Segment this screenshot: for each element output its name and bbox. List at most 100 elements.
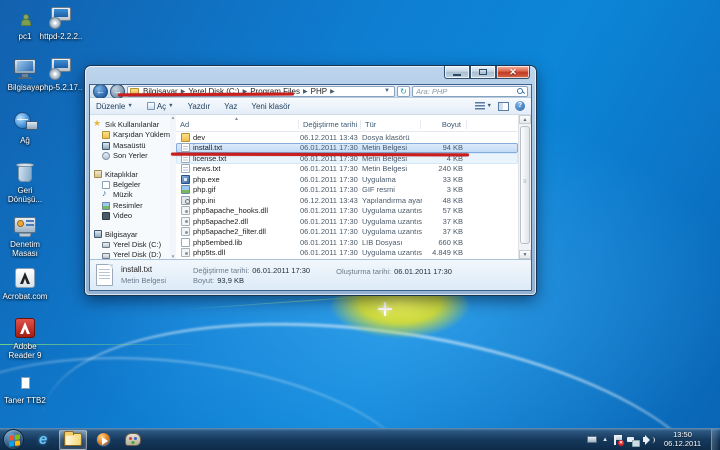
vertical-scrollbar[interactable]: ▲ ▼ — [518, 115, 531, 259]
sidebar-item-yerel-disk-d-[interactable]: Yerel Disk (D:) — [90, 250, 170, 259]
desktop-icon-adobe-reader-9[interactable]: Adobe Reader 9 — [2, 316, 48, 360]
help-button[interactable]: ? — [515, 101, 525, 111]
file-type: Uygulama uzantısı — [362, 248, 422, 257]
libraries-icon — [94, 170, 102, 178]
action-center-icon[interactable]: ✕ — [613, 435, 622, 445]
file-row-php-gif[interactable]: php.gif06.01.2011 17:30GIF resmi3 KB — [176, 185, 518, 196]
desktop-icon-acrobat-com[interactable]: Acrobat.com — [2, 266, 48, 301]
desktop-icon-label: Acrobat.com — [2, 292, 48, 301]
sidebar-item-belgeler[interactable]: Belgeler — [90, 180, 170, 191]
volume-icon[interactable] — [643, 435, 654, 445]
desktop-icon-taner-ttb2[interactable]: Taner TTB2 — [2, 370, 48, 405]
change-view-button[interactable]: ▼ — [475, 102, 492, 110]
details-file-type: Metin Belgesi — [121, 276, 193, 285]
minimize-button[interactable] — [444, 66, 470, 79]
maximize-button[interactable] — [470, 66, 496, 79]
toolbar-yazd-r-button[interactable]: Yazdır — [188, 102, 211, 111]
show-desktop-button[interactable] — [711, 429, 718, 450]
scroll-down-icon[interactable]: ▼ — [519, 250, 531, 259]
preview-pane-button[interactable] — [498, 102, 509, 111]
back-button[interactable]: ← — [93, 84, 108, 99]
toolbar-yeni-klas-r-button[interactable]: Yeni klasör — [251, 102, 290, 111]
video-icon — [102, 212, 110, 220]
dll-file-icon — [181, 248, 190, 257]
toolbar-d-zenle-button[interactable]: Düzenle▼ — [96, 102, 133, 111]
sidebar-item-son-yerler[interactable]: Son Yerler — [90, 151, 170, 162]
file-row-php5apache2-filter-dll[interactable]: php5apache2_filter.dll06.01.2011 17:30Uy… — [176, 227, 518, 238]
sidebar-item-kar-dan-y-klem[interactable]: Karşıdan Yüklem — [90, 130, 170, 141]
toolbar-yaz-button[interactable]: Yaz — [224, 102, 237, 111]
column-header-date[interactable]: Değiştirme tarihi — [299, 120, 361, 129]
scrollbar-thumb[interactable] — [520, 126, 530, 244]
title-bar[interactable]: ✕ — [85, 66, 536, 84]
start-button[interactable] — [3, 429, 24, 450]
address-dropdown-icon[interactable]: ▼ — [382, 88, 392, 94]
desktop-icon-httpd-2-2-2-[interactable]: httpd-2.2.2.. — [38, 6, 84, 41]
refresh-button[interactable]: ↻ — [397, 86, 410, 97]
taskbar-paint-button[interactable] — [119, 430, 147, 450]
search-input[interactable] — [416, 87, 517, 96]
desktop-icon-geri-d-n-[interactable]: Geri Dönüşü... — [2, 160, 48, 204]
scroll-up-icon[interactable]: ▲ — [519, 115, 531, 124]
sidebar-item-video[interactable]: Video — [90, 211, 170, 222]
scroll-up-icon[interactable]: ▲ — [171, 115, 175, 120]
file-date: 06.01.2011 17:30 — [300, 238, 362, 247]
details-size-label: Boyut: — [193, 276, 214, 285]
tray-device-icon[interactable] — [587, 436, 597, 443]
breadcrumb-arrow-icon[interactable]: ▶ — [301, 88, 310, 95]
taskbar-media-player-button[interactable] — [89, 430, 117, 450]
file-date: 06.12.2011 13:43 — [300, 133, 362, 142]
file-row-php5apache2-dll[interactable]: php5apache2.dll06.01.2011 17:30Uygulama … — [176, 216, 518, 227]
sidebar-item-yerel-disk-c-[interactable]: Yerel Disk (C:) — [90, 240, 170, 251]
dll-file-icon — [181, 227, 190, 236]
sidebar-item-resimler[interactable]: Resimler — [90, 201, 170, 212]
sidebar-item-m-zik[interactable]: Müzik — [90, 190, 170, 201]
file-row-php-exe[interactable]: php.exe06.01.2011 17:30Uygulama33 KB — [176, 174, 518, 185]
file-name: news.txt — [193, 164, 221, 173]
paint-icon — [125, 433, 141, 446]
sidebar-item-label: Müzik — [113, 191, 133, 200]
toolbar-a--button[interactable]: Aç▼ — [147, 102, 174, 111]
toolbar-item-label: Yeni klasör — [251, 102, 290, 111]
taskbar-internet-explorer-button[interactable]: e — [29, 430, 57, 450]
sidebar-group-s-k-kullan-lanlar[interactable]: Sık Kullanılanlar — [90, 119, 170, 130]
desktop-icon-denetim-masas-[interactable]: Denetim Masası — [2, 214, 48, 258]
disk-icon — [102, 253, 110, 259]
file-row-dev[interactable]: dev06.12.2011 13:43Dosya klasörü — [176, 132, 518, 143]
explorer-window: ✕ ← → Bilgisayar▶Yerel Disk (C:)▶Program… — [85, 66, 536, 295]
search-box[interactable] — [412, 86, 528, 97]
breadcrumb-segment[interactable]: PHP — [310, 87, 328, 96]
desktop-icon-php-5-2-17-[interactable]: php-5.2.17.. — [38, 57, 84, 92]
file-row-php5apache-hooks-dll[interactable]: php5apache_hooks.dll06.01.2011 17:30Uygu… — [176, 206, 518, 217]
chevron-down-icon: ▼ — [487, 103, 492, 109]
file-type: Metin Belgesi — [362, 164, 422, 173]
close-button[interactable]: ✕ — [496, 66, 530, 79]
desktop-icon-a-[interactable]: Ağ — [2, 110, 48, 145]
recycle-bin-icon — [11, 160, 39, 184]
network-icon[interactable] — [627, 435, 638, 445]
sidebar-item-masa-st-[interactable]: Masaüstü — [90, 141, 170, 152]
installer-icon — [47, 6, 75, 30]
acrobat-icon — [11, 266, 39, 290]
file-row-php-ini[interactable]: php.ini06.12.2011 13:43Yapılandırma ayar… — [176, 195, 518, 206]
show-hidden-icons-icon[interactable]: ▲ — [602, 437, 608, 443]
taskbar-windows-explorer-button[interactable] — [59, 430, 87, 450]
sidebar-group-kitapl-klar[interactable]: Kitaplıklar — [90, 169, 170, 180]
file-size: 33 KB — [422, 175, 468, 184]
file-date: 06.01.2011 17:30 — [300, 248, 362, 257]
breadcrumb-arrow-icon[interactable]: ▶ — [328, 88, 337, 95]
column-header-size[interactable]: Boyut — [421, 120, 467, 129]
file-row-php5embed-lib[interactable]: php5embed.lib06.01.2011 17:30LIB Dosyası… — [176, 237, 518, 248]
file-name: php5embed.lib — [193, 238, 242, 247]
computer-icon — [11, 57, 39, 81]
column-header-type[interactable]: Tür — [361, 120, 421, 129]
forward-button[interactable]: → — [110, 84, 125, 99]
file-row-install-txt[interactable]: install.txt06.01.2011 17:30Metin Belgesi… — [176, 143, 518, 154]
clock[interactable]: 13:50 06.12.2011 — [659, 431, 706, 448]
file-size: 94 KB — [422, 143, 468, 152]
sidebar-group-bilgisayar[interactable]: Bilgisayar — [90, 229, 170, 240]
file-row-php5ts-dll[interactable]: php5ts.dll06.01.2011 17:30Uygulama uzant… — [176, 248, 518, 259]
file-row-news-txt[interactable]: news.txt06.01.2011 17:30Metin Belgesi240… — [176, 164, 518, 175]
folder-file-icon — [181, 133, 190, 142]
ini-file-icon — [181, 196, 190, 205]
